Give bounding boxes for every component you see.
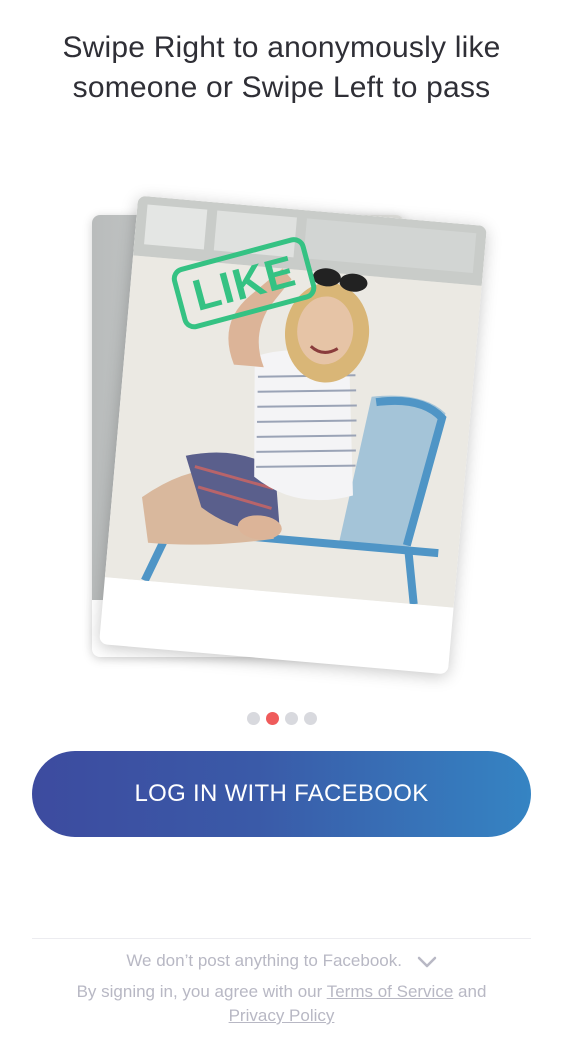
chevron-down-icon[interactable] <box>417 956 437 968</box>
disclaimer-text: We don’t post anything to Facebook. <box>126 951 402 970</box>
page-dot-3[interactable] <box>284 712 298 725</box>
page-dot-1[interactable] <box>246 712 260 725</box>
legal-prefix: By signing in, you agree with our <box>76 982 323 1001</box>
page-dot-2-active[interactable] <box>265 712 279 725</box>
page-indicator <box>0 712 563 725</box>
facebook-disclaimer[interactable]: We don’t post anything to Facebook. <box>0 950 563 972</box>
facebook-login-button[interactable]: LOG IN WITH FACEBOOK <box>32 751 531 837</box>
privacy-policy-link[interactable]: Privacy Policy <box>229 1006 335 1025</box>
legal-joiner: and <box>458 982 487 1001</box>
profile-photo: LIKE <box>104 195 487 608</box>
onboarding-headline: Swipe Right to anonymously like someone … <box>62 31 501 104</box>
profile-card[interactable]: LIKE <box>99 195 487 675</box>
page-dot-4[interactable] <box>303 712 317 725</box>
footer-divider <box>32 938 531 939</box>
facebook-login-label: LOG IN WITH FACEBOOK <box>134 780 429 807</box>
terms-of-service-link[interactable]: Terms of Service <box>327 982 454 1001</box>
legal-text: By signing in, you agree with our Terms … <box>40 980 523 1028</box>
